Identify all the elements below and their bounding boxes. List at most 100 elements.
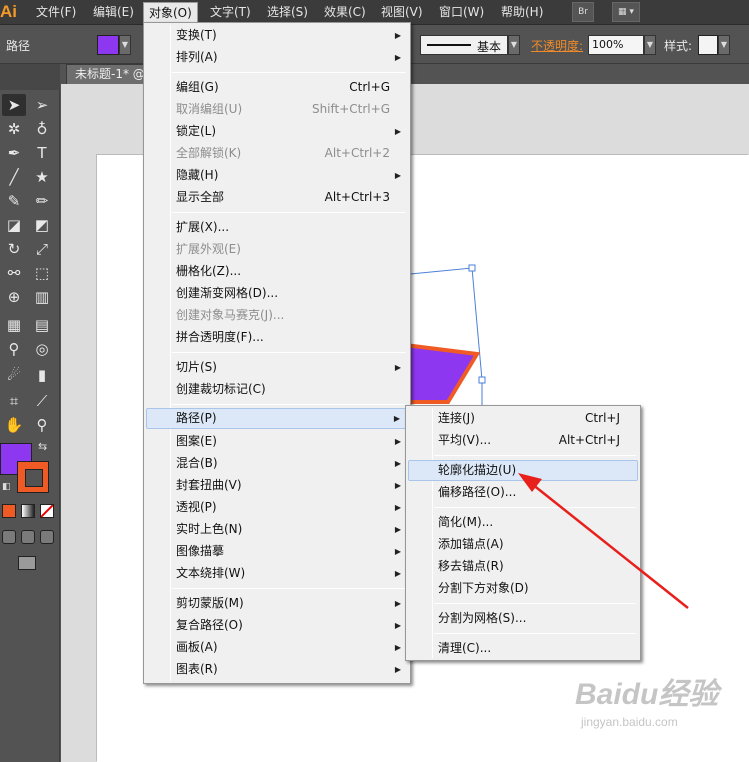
menu-item-label: 简化(M)... [438, 515, 494, 529]
menu-item-group[interactable]: 编组(G) Ctrl+G [146, 77, 408, 98]
menu-item-label: 显示全部 [176, 190, 225, 204]
menu-shortcut: Shift+Ctrl+G [311, 102, 390, 116]
submenu-arrow-icon: ▶ [394, 665, 401, 674]
menu-separator [172, 352, 406, 353]
menu-item-pattern[interactable]: 图案(E) ▶ [146, 431, 408, 452]
menu-item-live-paint[interactable]: 实时上色(N) ▶ [146, 519, 408, 540]
menu-item-label: 文本绕排(W) [176, 566, 246, 580]
watermark-url: jingyan.baidu.com [581, 715, 678, 729]
menu-item-show-all[interactable]: 显示全部 Alt+Ctrl+3 [146, 187, 408, 208]
menu-item-label: 分割下方对象(D) [438, 581, 529, 595]
menu-item-unlock-all[interactable]: 全部解锁(K) Alt+Ctrl+2 [146, 143, 408, 164]
menu-item-arrange[interactable]: 排列(A) ▶ [146, 47, 408, 68]
menu-item-label: 平均(V)... [438, 433, 492, 447]
submenu-arrow-icon: ▶ [394, 569, 401, 578]
submenu-arrow-icon: ▶ [394, 621, 401, 630]
submenu-arrow-icon: ▶ [394, 503, 401, 512]
menu-item-text-wrap[interactable]: 文本绕排(W) ▶ [146, 563, 408, 584]
menu-item-clean-up[interactable]: 清理(C)... [408, 638, 638, 659]
menu-item-label: 连接(J) [438, 411, 475, 425]
menu-separator [172, 404, 406, 405]
menu-item-join[interactable]: 连接(J) Ctrl+J [408, 408, 638, 429]
menu-item-label: 移去锚点(R) [438, 559, 504, 573]
menu-item-outline-stroke[interactable]: 轮廓化描边(U) [408, 460, 638, 481]
menu-item-split-into-grid[interactable]: 分割为网格(S)... [408, 608, 638, 629]
menu-item-ungroup[interactable]: 取消编组(U) Shift+Ctrl+G [146, 99, 408, 120]
menu-item-label: 取消编组(U) [176, 102, 243, 116]
menu-shortcut: Ctrl+J [585, 411, 620, 425]
menu-item-label: 混合(B) [176, 456, 218, 470]
menu-item-label: 透视(P) [176, 500, 217, 514]
menu-item-label: 画板(A) [176, 640, 218, 654]
menu-item-label: 排列(A) [176, 50, 218, 64]
menu-shortcut: Alt+Ctrl+2 [324, 146, 390, 160]
menu-item-create-object-mosaic[interactable]: 创建对象马赛克(J)... [146, 305, 408, 326]
menu-item-create-gradient-mesh[interactable]: 创建渐变网格(D)... [146, 283, 408, 304]
submenu-arrow-icon: ▶ [394, 599, 401, 608]
submenu-arrow-icon: ▶ [394, 31, 401, 40]
menu-item-hide[interactable]: 隐藏(H) ▶ [146, 165, 408, 186]
menu-separator [172, 72, 406, 73]
menu-item-flatten-transparency[interactable]: 拼合透明度(F)... [146, 327, 408, 348]
menu-item-label: 实时上色(N) [176, 522, 243, 536]
menu-item-envelope-distort[interactable]: 封套扭曲(V) ▶ [146, 475, 408, 496]
menu-item-graph[interactable]: 图表(R) ▶ [146, 659, 408, 680]
menu-item-transform[interactable]: 变换(T) ▶ [146, 25, 408, 46]
submenu-arrow-icon: ▶ [393, 414, 400, 423]
submenu-arrow-icon: ▶ [394, 127, 401, 136]
menu-item-expand[interactable]: 扩展(X)... [146, 217, 408, 238]
menu-item-artboards[interactable]: 画板(A) ▶ [146, 637, 408, 658]
menu-item-offset-path[interactable]: 偏移路径(O)... [408, 482, 638, 503]
menu-item-rasterize[interactable]: 栅格化(Z)... [146, 261, 408, 282]
submenu-arrow-icon: ▶ [394, 643, 401, 652]
menu-item-label: 拼合透明度(F)... [176, 330, 264, 344]
menu-item-image-trace[interactable]: 图像描摹 ▶ [146, 541, 408, 562]
menu-item-label: 图像描摹 [176, 544, 225, 558]
menu-shortcut: Ctrl+G [349, 80, 390, 94]
menu-item-blend[interactable]: 混合(B) ▶ [146, 453, 408, 474]
menu-item-label: 图案(E) [176, 434, 217, 448]
menu-item-clipping-mask[interactable]: 剪切蒙版(M) ▶ [146, 593, 408, 614]
menu-separator [434, 603, 636, 604]
menu-item-expand-appearance[interactable]: 扩展外观(E) [146, 239, 408, 260]
menu-item-lock[interactable]: 锁定(L) ▶ [146, 121, 408, 142]
menu-item-remove-anchor-points[interactable]: 移去锚点(R) [408, 556, 638, 577]
object-menu: 变换(T) ▶ 排列(A) ▶ 编组(G) Ctrl+G 取消编组(U) Shift+C… [143, 22, 411, 684]
menu-item-compound-path[interactable]: 复合路径(O) ▶ [146, 615, 408, 636]
menu-item-slice[interactable]: 切片(S) ▶ [146, 357, 408, 378]
menu-item-label: 创建对象马赛克(J)... [176, 308, 285, 322]
menu-item-add-anchor-points[interactable]: 添加锚点(A) [408, 534, 638, 555]
menu-item-create-trim-marks[interactable]: 创建裁切标记(C) [146, 379, 408, 400]
menu-item-label: 清理(C)... [438, 641, 492, 655]
menu-item-label: 添加锚点(A) [438, 537, 504, 551]
menu-shortcut: Alt+Ctrl+3 [324, 190, 390, 204]
menu-item-label: 扩展(X)... [176, 220, 230, 234]
menu-item-label: 封套扭曲(V) [176, 478, 242, 492]
submenu-arrow-icon: ▶ [394, 53, 401, 62]
menu-item-path[interactable]: 路径(P) ▶ [146, 408, 408, 429]
menu-item-label: 创建渐变网格(D)... [176, 286, 279, 300]
baidu-watermark: Baidu经验 jingyan.baidu.com [575, 675, 745, 745]
menu-item-average[interactable]: 平均(V)... Alt+Ctrl+J [408, 430, 638, 451]
menu-item-perspective[interactable]: 透视(P) ▶ [146, 497, 408, 518]
menu-item-label: 轮廓化描边(U) [438, 463, 517, 477]
menu-separator [434, 455, 636, 456]
purple-shape [403, 342, 481, 404]
bounding-box-handle [478, 376, 486, 384]
path-submenu: 连接(J) Ctrl+J 平均(V)... Alt+Ctrl+J 轮廓化描边(U) … [405, 405, 641, 661]
menu-shortcut: Alt+Ctrl+J [558, 433, 620, 447]
menu-separator [172, 588, 406, 589]
menu-item-label: 路径(P) [176, 411, 217, 425]
bounding-box-handle [468, 264, 476, 272]
submenu-arrow-icon: ▶ [394, 171, 401, 180]
menu-item-label: 剪切蒙版(M) [176, 596, 244, 610]
menu-item-divide-objects-below[interactable]: 分割下方对象(D) [408, 578, 638, 599]
menu-item-label: 切片(S) [176, 360, 217, 374]
menu-item-label: 扩展外观(E) [176, 242, 241, 256]
submenu-arrow-icon: ▶ [394, 437, 401, 446]
menu-item-label: 全部解锁(K) [176, 146, 242, 160]
menu-item-label: 图表(R) [176, 662, 218, 676]
menu-item-simplify[interactable]: 简化(M)... [408, 512, 638, 533]
watermark-brand: Baidu经验 [575, 678, 719, 711]
menu-item-label: 复合路径(O) [176, 618, 243, 632]
